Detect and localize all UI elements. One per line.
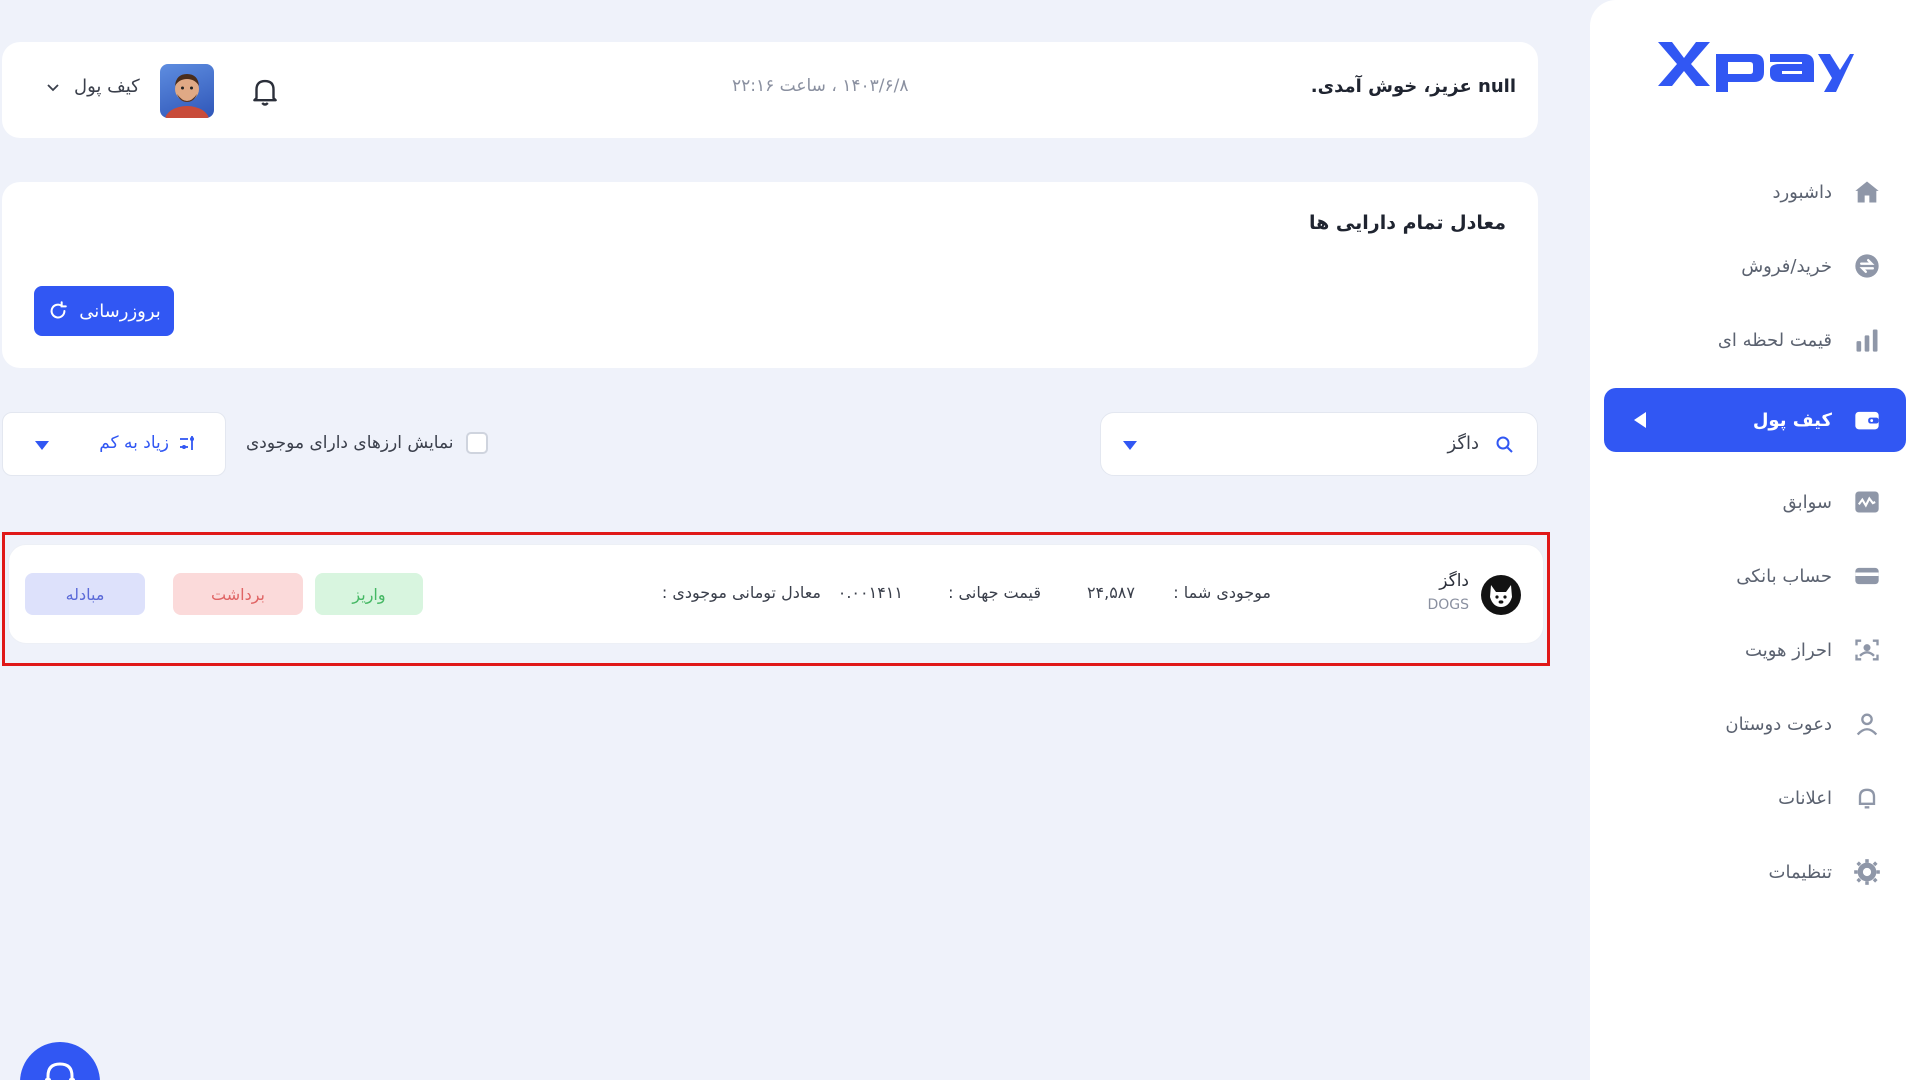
bell-icon	[1852, 783, 1882, 813]
sidebar-item-label: سوابق	[1782, 491, 1832, 513]
headset-icon	[45, 1062, 75, 1080]
sidebar-item-label: احراز هویت	[1745, 639, 1832, 661]
bar-chart-icon	[1852, 325, 1882, 355]
global-price-value: ۰.۰۰۱۴۱۱	[837, 583, 903, 602]
home-icon	[1852, 177, 1882, 207]
support-chat-button[interactable]	[20, 1042, 100, 1080]
refresh-label: بروزرسانی	[79, 300, 161, 322]
sidebar-item-wallet[interactable]: کیف پول	[1604, 388, 1906, 452]
sidebar-item-label: داشبورد	[1772, 181, 1832, 203]
search-input[interactable]: داگز	[1447, 433, 1479, 454]
sidebar-item-live-price[interactable]: قیمت لحظه ای	[1604, 308, 1906, 372]
sidebar-item-label: کیف پول	[1752, 409, 1832, 431]
gear-icon	[1852, 857, 1882, 887]
sidebar-item-invite[interactable]: دعوت دوستان	[1604, 692, 1906, 756]
sidebar-item-notifications[interactable]: اعلانات	[1604, 766, 1906, 830]
sidebar-item-dashboard[interactable]: داشبورد	[1604, 160, 1906, 224]
id-scan-icon	[1852, 635, 1882, 665]
notification-bell-icon[interactable]	[248, 74, 282, 108]
sidebar-item-settings[interactable]: تنظیمات	[1604, 840, 1906, 904]
user-icon	[1852, 709, 1882, 739]
sidebar-item-history[interactable]: سوابق	[1604, 470, 1906, 534]
sidebar-item-label: خرید/فروش	[1741, 255, 1832, 277]
toman-equivalent-label: معادل تومانی موجودی :	[661, 583, 821, 602]
withdraw-button[interactable]: برداشت	[173, 573, 303, 615]
search-icon	[1496, 436, 1513, 453]
sidebar-item-label: تنظیمات	[1768, 861, 1832, 883]
total-assets-card: معادل تمام دارایی ها بروزرسانی	[2, 182, 1538, 368]
coin-name: داگز	[1439, 571, 1469, 591]
welcome-message: null عزیز، خوش آمدی.	[1310, 76, 1516, 97]
coin-symbol: DOGS	[1427, 597, 1469, 613]
dropdown-arrow-icon	[35, 441, 49, 450]
history-icon	[1852, 487, 1882, 517]
sidebar-item-bank-account[interactable]: حساب بانکی	[1604, 544, 1906, 608]
exchange-icon	[1852, 251, 1882, 281]
chevron-down-icon	[47, 83, 59, 91]
dogs-coin-icon	[1481, 575, 1521, 615]
sidebar-item-label: حساب بانکی	[1736, 565, 1832, 587]
exchange-button[interactable]: مبادله	[25, 573, 145, 615]
sort-icon	[180, 436, 194, 450]
sort-select[interactable]: زیاد به کم	[2, 412, 226, 476]
wallet-dropdown[interactable]: کیف پول	[46, 76, 140, 97]
sidebar-item-label: اعلانات	[1778, 787, 1832, 809]
balance-value: ۲۴,۵۸۷	[1086, 583, 1135, 602]
deposit-button[interactable]: واریز	[315, 573, 423, 615]
avatar[interactable]	[160, 64, 214, 118]
card-icon	[1852, 561, 1882, 591]
sidebar: داشبورد خرید/فروش قیمت لحظه ای کیف پول س…	[1590, 0, 1920, 1080]
wallet-icon	[1852, 405, 1882, 435]
asset-row: داگز DOGS موجودی شما : ۲۴,۵۸۷ قیمت جهانی…	[8, 544, 1544, 644]
show-with-balance-label: نمایش ارزهای دارای موجودی	[246, 433, 454, 453]
sidebar-item-verification[interactable]: احراز هویت	[1604, 618, 1906, 682]
sidebar-item-buy-sell[interactable]: خرید/فروش	[1604, 234, 1906, 298]
sort-label-text: زیاد به کم	[99, 433, 169, 453]
sidebar-item-label: دعوت دوستان	[1725, 713, 1832, 735]
coin-search-select[interactable]: داگز	[1100, 412, 1538, 476]
total-assets-title: معادل تمام دارایی ها	[1308, 212, 1506, 234]
balance-label: موجودی شما :	[1173, 583, 1271, 602]
top-bar: null عزیز، خوش آمدی. ۱۴۰۳/۶/۸ ، ساعت ۲۲:…	[2, 42, 1538, 138]
wallet-dropdown-label: کیف پول	[74, 76, 140, 97]
show-with-balance-toggle[interactable]: نمایش ارزهای دارای موجودی	[246, 432, 488, 454]
refresh-button[interactable]: بروزرسانی	[34, 286, 174, 336]
global-price-label: قیمت جهانی :	[948, 583, 1041, 602]
caret-left-icon	[1634, 412, 1646, 428]
xpay-logo[interactable]	[1654, 34, 1854, 94]
refresh-icon	[50, 301, 67, 319]
sidebar-item-label: قیمت لحظه ای	[1717, 329, 1832, 351]
sort-label: زیاد به کم	[99, 433, 197, 453]
show-with-balance-checkbox[interactable]	[465, 432, 488, 454]
current-datetime: ۱۴۰۳/۶/۸ ، ساعت ۲۲:۱۶	[732, 76, 909, 96]
dropdown-arrow-icon	[1123, 441, 1137, 450]
